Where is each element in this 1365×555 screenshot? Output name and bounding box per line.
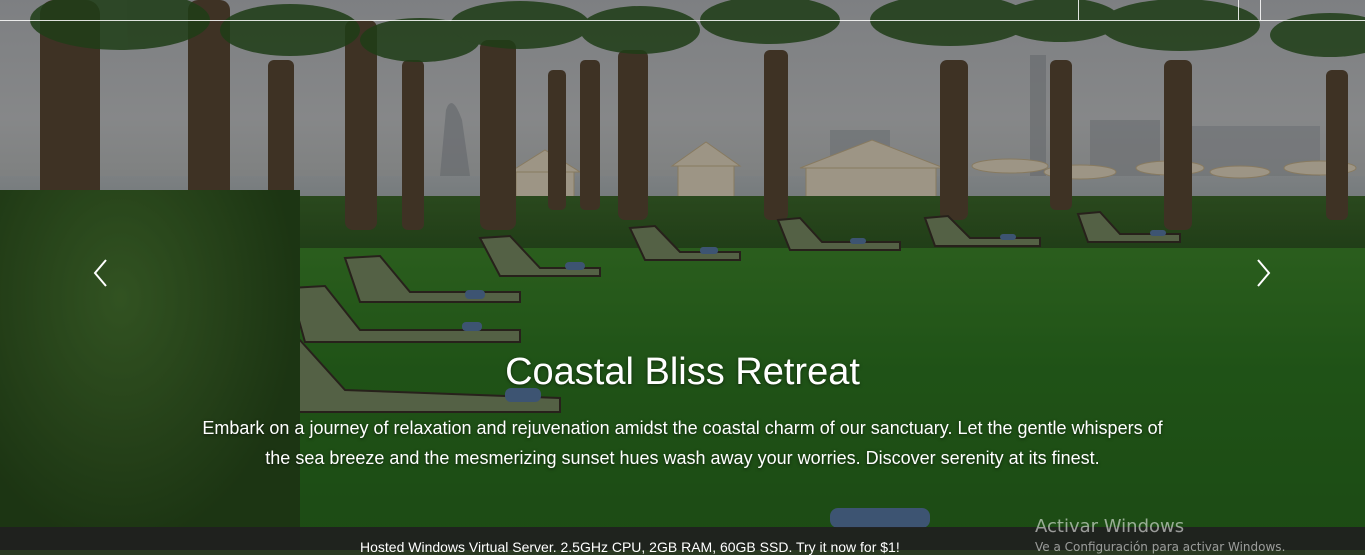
header-separator bbox=[1078, 0, 1079, 20]
carousel-prev-button[interactable] bbox=[90, 258, 112, 288]
slide-description: Embark on a journey of relaxation and re… bbox=[202, 418, 1163, 468]
chevron-right-icon bbox=[1257, 259, 1271, 287]
slide-caption: Coastal Bliss Retreat Embark on a journe… bbox=[200, 345, 1165, 473]
chevron-left-icon bbox=[93, 259, 107, 287]
header-separator bbox=[1260, 0, 1261, 20]
header-divider bbox=[0, 20, 1365, 21]
ad-banner-link[interactable]: Hosted Windows Virtual Server. 2.5GHz CP… bbox=[360, 539, 900, 555]
carousel-next-button[interactable] bbox=[1252, 258, 1274, 288]
slide-title: Coastal Bliss Retreat bbox=[505, 351, 860, 393]
windows-activation-subtitle: Ve a Configuración para activar Windows. bbox=[1035, 540, 1286, 554]
header-separator bbox=[1238, 0, 1239, 20]
windows-activation-title: Activar Windows bbox=[1035, 516, 1185, 537]
